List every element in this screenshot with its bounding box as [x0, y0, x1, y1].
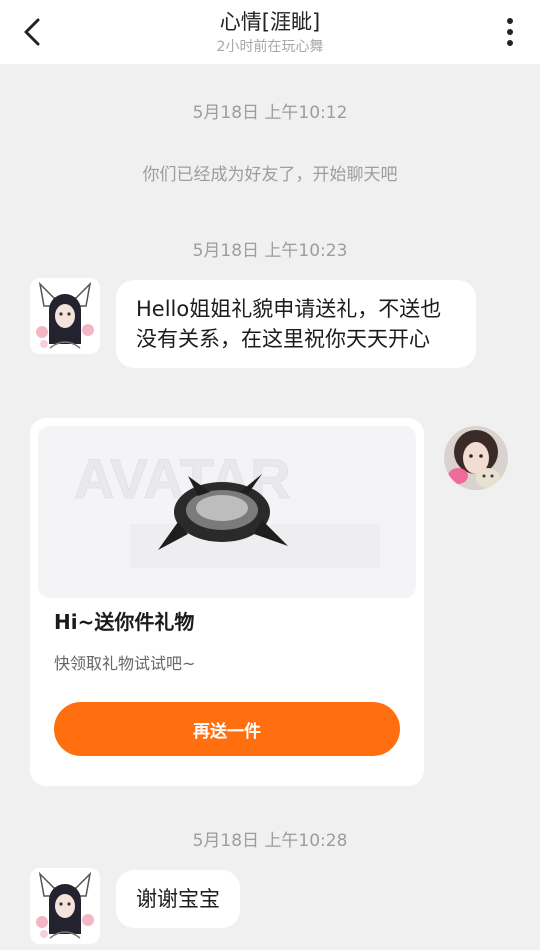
- chat-header: 心情[涯眦] 2小时前在玩心舞: [0, 0, 540, 64]
- friend-avatar[interactable]: [30, 868, 100, 944]
- message-bubble[interactable]: Hello姐姐礼貌申请送礼，不送也没有关系，在这里祝你天天开心: [116, 280, 476, 368]
- anime-girl-avatar-image: [30, 868, 100, 944]
- message-text: 谢谢宝宝: [136, 887, 220, 911]
- friend-avatar[interactable]: [30, 278, 100, 354]
- girl-photo-avatar-image: [444, 426, 508, 490]
- system-message: 你们已经成为好友了，开始聊天吧: [142, 165, 398, 185]
- chat-title: 心情[涯眦]: [219, 10, 321, 34]
- gift-description: 快领取礼物试试吧~: [54, 654, 196, 673]
- gift-banner-image: AVATAR: [38, 426, 416, 598]
- more-options-button[interactable]: [498, 12, 522, 52]
- gift-banner: AVATAR: [38, 426, 416, 598]
- timestamp: 5月18日 上午10:12: [192, 103, 348, 123]
- chat-status: 2小时前在玩心舞: [216, 39, 324, 55]
- message-text: Hello姐姐礼貌申请送礼，不送也没有关系，在这里祝你天天开心: [136, 297, 442, 351]
- anime-girl-avatar-image: [30, 278, 100, 354]
- timestamp: 5月18日 上午10:23: [192, 241, 348, 261]
- send-another-gift-button[interactable]: 再送一件: [54, 702, 400, 756]
- my-avatar[interactable]: [444, 426, 508, 490]
- gift-title: Hi~送你件礼物: [54, 610, 195, 634]
- vertical-dots-icon: [507, 18, 513, 46]
- timestamp: 5月18日 上午10:28: [192, 831, 348, 851]
- message-bubble[interactable]: 谢谢宝宝: [116, 870, 240, 928]
- gift-card[interactable]: AVATAR Hi~送你件礼物 快领取礼物试试吧~ 再送一件: [30, 418, 424, 786]
